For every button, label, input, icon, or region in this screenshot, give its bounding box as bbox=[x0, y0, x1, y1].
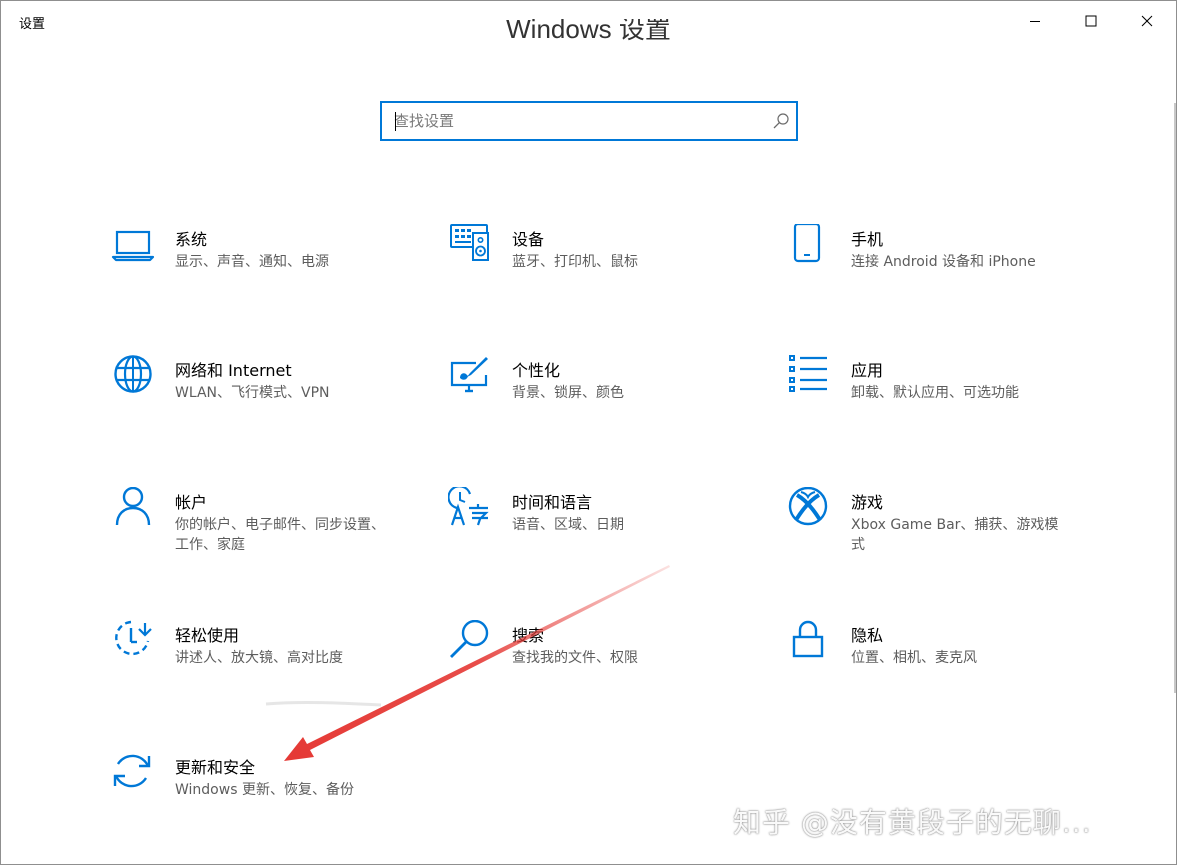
tile-devices[interactable]: 设备 蓝牙、打印机、鼠标 bbox=[448, 224, 748, 314]
tile-description: 位置、相机、麦克风 bbox=[851, 650, 977, 666]
page-heading: Windows 设置 bbox=[1, 19, 1176, 59]
tile-title: 隐私 bbox=[851, 626, 884, 645]
tile-search[interactable]: 搜索 查找我的文件、权限 bbox=[448, 620, 748, 710]
tile-title: 时间和语言 bbox=[512, 493, 593, 512]
tile-description: 语音、区域、日期 bbox=[512, 517, 624, 533]
tile-phone[interactable]: 手机 连接 Android 设备和 iPhone bbox=[787, 224, 1087, 314]
lock-icon bbox=[792, 620, 824, 658]
tile-description: 显示、声音、通知、电源 bbox=[175, 254, 329, 270]
tile-accounts[interactable]: 帐户 你的帐户、电子邮件、同步设置、工作、家庭 bbox=[111, 487, 411, 577]
tile-title: 更新和安全 bbox=[175, 758, 256, 777]
tile-description: Windows 更新、恢复、备份 bbox=[175, 782, 354, 798]
tile-title: 个性化 bbox=[512, 361, 561, 380]
tile-description: 讲述人、放大镜、高对比度 bbox=[175, 650, 343, 666]
search-icon[interactable] bbox=[772, 112, 790, 130]
page-heading-text: Windows 设置 bbox=[506, 19, 671, 44]
apps-list-icon bbox=[789, 355, 827, 392]
tile-description: Xbox Game Bar、捕获、游戏模式 bbox=[851, 517, 1059, 553]
tile-title: 轻松使用 bbox=[175, 626, 240, 645]
tile-apps[interactable]: 应用 卸载、默认应用、可选功能 bbox=[787, 355, 1087, 445]
tile-ease-of-access[interactable]: 轻松使用 讲述人、放大镜、高对比度 bbox=[111, 620, 411, 710]
person-icon bbox=[115, 487, 151, 526]
personalization-icon bbox=[450, 357, 488, 393]
tile-description: 查找我的文件、权限 bbox=[512, 650, 638, 666]
text-caret bbox=[395, 112, 396, 131]
tile-title: 网络和 Internet bbox=[175, 361, 292, 380]
tile-network[interactable]: 网络和 Internet WLAN、飞行模式、VPN bbox=[111, 355, 411, 445]
sync-icon bbox=[113, 754, 151, 788]
xbox-icon bbox=[788, 487, 828, 526]
magnifier-icon bbox=[450, 620, 489, 658]
tile-description: WLAN、飞行模式、VPN bbox=[175, 385, 330, 401]
tile-system[interactable]: 系统 显示、声音、通知、电源 bbox=[111, 224, 411, 314]
tile-gaming[interactable]: 游戏 Xbox Game Bar、捕获、游戏模式 bbox=[787, 487, 1087, 577]
phone-icon bbox=[793, 224, 821, 263]
tile-title: 帐户 bbox=[175, 493, 208, 512]
tile-title: 游戏 bbox=[851, 493, 884, 512]
tile-description: 连接 Android 设备和 iPhone bbox=[851, 254, 1036, 270]
ease-of-access-icon bbox=[115, 620, 152, 656]
tile-title: 应用 bbox=[851, 361, 884, 380]
tile-description: 背景、锁屏、颜色 bbox=[512, 385, 624, 401]
search-box[interactable] bbox=[380, 101, 798, 141]
tile-privacy[interactable]: 隐私 位置、相机、麦克风 bbox=[787, 620, 1087, 710]
globe-icon bbox=[114, 355, 152, 393]
time-language-icon bbox=[448, 487, 489, 526]
tile-personalization[interactable]: 个性化 背景、锁屏、颜色 bbox=[448, 355, 748, 445]
tile-update-security[interactable]: 更新和安全 Windows 更新、恢复、备份 bbox=[111, 752, 411, 842]
tile-title: 设备 bbox=[512, 230, 545, 249]
devices-icon bbox=[450, 224, 489, 261]
tile-title: 手机 bbox=[851, 230, 884, 249]
tile-description: 你的帐户、电子邮件、同步设置、工作、家庭 bbox=[175, 517, 385, 553]
search-input[interactable] bbox=[394, 109, 754, 133]
tile-title: 搜索 bbox=[512, 626, 545, 645]
tile-time-language[interactable]: 时间和语言 语音、区域、日期 bbox=[448, 487, 748, 577]
laptop-icon bbox=[111, 230, 155, 262]
tile-title: 系统 bbox=[175, 230, 208, 249]
tile-description: 卸载、默认应用、可选功能 bbox=[851, 385, 1019, 401]
scrollbar[interactable] bbox=[1174, 103, 1176, 693]
tile-description: 蓝牙、打印机、鼠标 bbox=[512, 254, 638, 270]
watermark: 知乎 @没有黄段子的无聊... bbox=[733, 806, 1092, 839]
settings-window: 设置 Windows 设置 系统 显示、声音、通知、电源 bbox=[0, 0, 1177, 865]
